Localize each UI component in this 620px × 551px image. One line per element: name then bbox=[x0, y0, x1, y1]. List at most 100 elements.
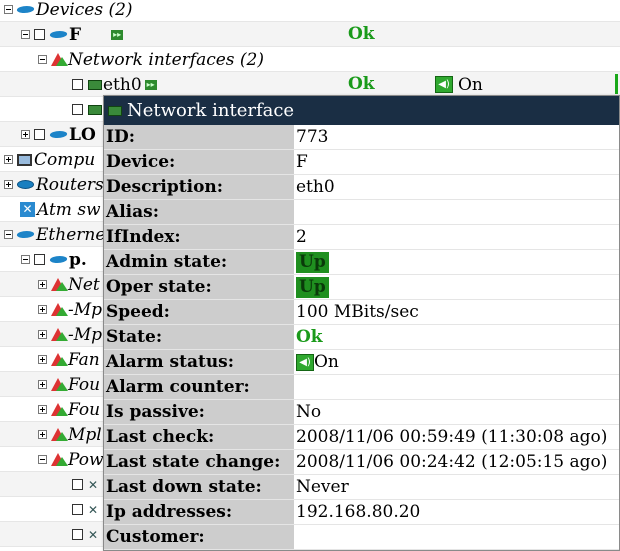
routers-label: Routers bbox=[36, 174, 104, 195]
popup-row-speed: Speed: 100 MBits/sec bbox=[104, 300, 619, 325]
expand-icon[interactable] bbox=[21, 130, 30, 139]
sub-item-label: -Mp bbox=[68, 324, 103, 345]
popup-row-id: ID: 773 bbox=[104, 125, 619, 150]
select-checkbox[interactable] bbox=[72, 479, 83, 490]
speaker-icon: ◀) bbox=[435, 76, 453, 93]
field-label: IfIndex: bbox=[104, 225, 294, 249]
expand-icon[interactable] bbox=[38, 280, 47, 289]
tree-row-devices[interactable]: Devices (2) bbox=[0, 0, 620, 22]
link-icon[interactable]: ▸▸ bbox=[111, 29, 124, 40]
collapse-icon[interactable] bbox=[21, 30, 30, 39]
speaker-icon: ◀) bbox=[296, 353, 314, 371]
collapse-icon[interactable] bbox=[38, 455, 47, 464]
oper-state-badge: Up bbox=[296, 276, 329, 298]
eth0-alarm: On bbox=[458, 74, 483, 95]
network-interface-popup: Network interface ID: 773 Device: F Desc… bbox=[103, 95, 620, 551]
router-icon bbox=[17, 180, 34, 189]
expand-icon[interactable] bbox=[4, 180, 13, 189]
expand-icon[interactable] bbox=[38, 355, 47, 364]
device-state: Ok bbox=[348, 24, 375, 44]
network-card-icon bbox=[88, 104, 102, 115]
popup-row-last-down-state: Last down state: Never bbox=[104, 475, 619, 500]
field-value: No bbox=[296, 402, 322, 422]
network-card-icon bbox=[108, 105, 122, 116]
field-label: State: bbox=[104, 325, 294, 349]
category-icon bbox=[51, 328, 68, 341]
select-checkbox[interactable] bbox=[72, 79, 83, 90]
field-label: Admin state: bbox=[104, 250, 294, 274]
link-icon[interactable]: ▸▸ bbox=[144, 79, 157, 90]
collapse-icon[interactable] bbox=[21, 255, 30, 264]
popup-row-last-check: Last check: 2008/11/06 00:59:49 (11:30:0… bbox=[104, 425, 619, 450]
select-checkbox[interactable] bbox=[72, 529, 83, 540]
atm-label: Atm sw bbox=[37, 199, 101, 220]
sub-item-label: Mpl bbox=[68, 424, 102, 445]
field-value: F bbox=[296, 152, 308, 172]
expand-icon[interactable] bbox=[38, 405, 47, 414]
expand-icon[interactable] bbox=[38, 380, 47, 389]
select-checkbox[interactable] bbox=[72, 504, 83, 515]
field-label: Last down state: bbox=[104, 475, 294, 499]
computer-icon bbox=[17, 153, 32, 166]
field-label: Speed: bbox=[104, 300, 294, 324]
field-value: 773 bbox=[296, 127, 329, 147]
expand-icon[interactable] bbox=[38, 430, 47, 439]
field-value: Never bbox=[296, 477, 349, 497]
collapse-icon[interactable] bbox=[4, 5, 13, 14]
select-checkbox[interactable] bbox=[34, 29, 45, 40]
device-icon bbox=[48, 256, 69, 263]
tree-row-device[interactable]: F ▸▸ Ok bbox=[0, 22, 620, 47]
select-checkbox[interactable] bbox=[34, 254, 45, 265]
device-icon bbox=[15, 6, 36, 13]
select-checkbox[interactable] bbox=[34, 129, 45, 140]
popup-title-bar: Network interface bbox=[104, 96, 619, 125]
tree-row-eth0[interactable]: eth0 ▸▸ Ok ◀) On bbox=[0, 72, 620, 97]
field-label: Customer: bbox=[104, 525, 294, 549]
device-icon bbox=[48, 31, 69, 38]
category-icon bbox=[51, 403, 68, 416]
collapse-icon[interactable] bbox=[4, 230, 13, 239]
lo-label: LO bbox=[69, 124, 96, 145]
field-value: 2008/11/06 00:59:49 (11:30:08 ago) bbox=[296, 427, 608, 447]
field-value bbox=[294, 375, 296, 399]
field-label: Alias: bbox=[104, 200, 294, 224]
popup-row-oper-state: Oper state: Up bbox=[104, 275, 619, 300]
atm-switch-icon: ✕ bbox=[20, 202, 35, 217]
switch-icon bbox=[15, 231, 36, 238]
state-value: Ok bbox=[296, 327, 323, 347]
category-icon bbox=[51, 353, 68, 366]
field-label: Is passive: bbox=[104, 400, 294, 424]
sub-item-label: Net bbox=[68, 274, 100, 295]
popup-title: Network interface bbox=[127, 100, 295, 121]
category-icon bbox=[51, 453, 68, 466]
popup-row-last-state-change: Last state change: 2008/11/06 00:24:42 (… bbox=[104, 450, 619, 475]
sub-item-label: Fan bbox=[68, 349, 100, 370]
popup-row-ip-addresses: Ip addresses: 192.168.80.20 bbox=[104, 500, 619, 525]
field-label: Description: bbox=[104, 175, 294, 199]
popup-row-alarm-counter: Alarm counter: bbox=[104, 375, 619, 400]
expand-icon[interactable] bbox=[38, 330, 47, 339]
admin-state-badge: Up bbox=[296, 251, 329, 273]
field-value: 2008/11/06 00:24:42 (12:05:15 ago) bbox=[296, 452, 608, 472]
popup-row-alarm-status: Alarm status: ◀) On bbox=[104, 350, 619, 375]
popup-row-state: State: Ok bbox=[104, 325, 619, 350]
field-label: Device: bbox=[104, 150, 294, 174]
expand-icon[interactable] bbox=[38, 305, 47, 314]
status-bar bbox=[615, 74, 618, 94]
field-value: 2 bbox=[296, 227, 307, 247]
select-checkbox[interactable] bbox=[72, 104, 83, 115]
field-label: Oper state: bbox=[104, 275, 294, 299]
sub-item-label: Fou bbox=[68, 399, 101, 420]
category-icon bbox=[51, 428, 68, 441]
p-label: p. bbox=[69, 249, 87, 270]
field-value: 192.168.80.20 bbox=[296, 502, 421, 522]
popup-row-ifindex: IfIndex: 2 bbox=[104, 225, 619, 250]
collapse-icon[interactable] bbox=[38, 55, 47, 64]
device-label: F bbox=[69, 24, 82, 45]
field-value: 100 MBits/sec bbox=[296, 302, 419, 322]
tree-row-network-interfaces[interactable]: Network interfaces (2) bbox=[0, 47, 620, 72]
category-icon bbox=[51, 378, 68, 391]
eth0-label: eth0 bbox=[103, 74, 142, 95]
expand-icon[interactable] bbox=[4, 155, 13, 164]
sub-item-label: Pow bbox=[68, 449, 104, 470]
